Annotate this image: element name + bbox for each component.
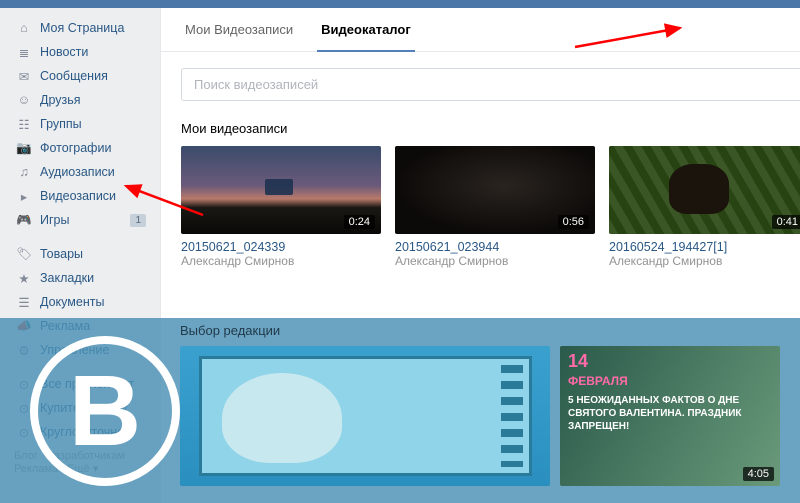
video-author: Александр Смирнов xyxy=(609,254,800,268)
nav-messages[interactable]: ✉ Сообщения xyxy=(0,64,160,88)
star-icon: ★ xyxy=(14,270,34,286)
nav-label: Фотографии xyxy=(40,141,152,155)
home-icon: ⌂ xyxy=(14,20,34,36)
nav-video[interactable]: ▸ Видеозаписи xyxy=(0,184,160,208)
nav-groups[interactable]: ☷ Группы xyxy=(0,112,160,136)
nav-market[interactable]: 🏷 Товары xyxy=(0,242,160,266)
video-duration: 0:41 xyxy=(772,215,800,229)
editor-thumbs: 14 ФЕВРАЛЯ 5 НЕОЖИДАННЫХ ФАКТОВ О ДНЕ СВЯ… xyxy=(180,346,780,486)
nav-documents[interactable]: ☰ Документы xyxy=(0,290,160,314)
nav-label: Новости xyxy=(40,45,152,59)
nav-label: Документы xyxy=(40,295,152,309)
editor-video[interactable]: 14 ФЕВРАЛЯ 5 НЕОЖИДАННЫХ ФАКТОВ О ДНЕ СВЯ… xyxy=(560,346,780,486)
nav-label: Игры xyxy=(40,213,130,227)
nav-label: Сообщения xyxy=(40,69,152,83)
editor-badge: ФЕВРАЛЯ xyxy=(568,374,628,388)
video-icon: ▸ xyxy=(14,188,34,204)
nav-games[interactable]: 🎮 Игры1 xyxy=(0,208,160,232)
search-bar xyxy=(161,52,800,117)
video-card[interactable]: 0:24 20150621_024339 Александр Смирнов xyxy=(181,146,381,268)
nav-label: Видеозаписи xyxy=(40,189,152,203)
video-duration: 4:05 xyxy=(743,467,774,481)
tag-icon: 🏷 xyxy=(14,246,34,262)
video-thumb: 0:24 xyxy=(181,146,381,234)
music-icon: ♫ xyxy=(14,164,34,180)
video-duration: 0:56 xyxy=(558,215,589,229)
nav-friends[interactable]: ☺ Друзья xyxy=(0,88,160,112)
doc-icon: ☰ xyxy=(14,294,34,310)
nav-my-page[interactable]: ⌂ Моя Страница xyxy=(0,16,160,40)
search-input[interactable] xyxy=(181,68,800,101)
nav-audio[interactable]: ♫ Аудиозаписи xyxy=(0,160,160,184)
nav-label: Аудиозаписи xyxy=(40,165,152,179)
top-bar xyxy=(0,0,800,8)
nav-label: Закладки xyxy=(40,271,152,285)
nav-bookmarks[interactable]: ★ Закладки xyxy=(0,266,160,290)
message-icon: ✉ xyxy=(14,68,34,84)
news-icon: ≣ xyxy=(14,44,34,60)
tabs: Мои Видеозаписи Видеокаталог Добавить ви… xyxy=(161,8,800,52)
nav-badge: 1 xyxy=(130,214,146,227)
tab-my-videos[interactable]: Мои Видеозаписи xyxy=(181,8,297,52)
tab-catalog[interactable]: Видеокаталог xyxy=(317,8,415,52)
video-card[interactable]: 0:41 20160524_194427[1] Александр Смирно… xyxy=(609,146,800,268)
camera-icon: 📷 xyxy=(14,140,34,156)
video-duration: 0:24 xyxy=(344,215,375,229)
video-list: 0:24 20150621_024339 Александр Смирнов 0… xyxy=(161,146,800,268)
groups-icon: ☷ xyxy=(14,116,34,132)
watermark-overlay: Выбор редакции 14ФЕВРАЛЯ 5 НЕОЖИДАННЫХ Ф… xyxy=(0,318,800,503)
nav-label: Товары xyxy=(40,247,152,261)
section-my-videos: Мои видеозаписи xyxy=(161,117,800,146)
video-title: 20150621_023944 xyxy=(395,240,595,254)
video-card[interactable]: 0:56 20150621_023944 Александр Смирнов xyxy=(395,146,595,268)
editor-caption: 5 НЕОЖИДАННЫХ ФАКТОВ О ДНЕ СВЯТОГО ВАЛЕН… xyxy=(568,394,772,433)
video-thumb: 0:41 xyxy=(609,146,800,234)
nav-label: Друзья xyxy=(40,93,152,107)
video-title: 20150621_024339 xyxy=(181,240,381,254)
video-thumb: 0:56 xyxy=(395,146,595,234)
nav-photos[interactable]: 📷 Фотографии xyxy=(0,136,160,160)
video-title: 20160524_194427[1] xyxy=(609,240,800,254)
nav-label: Группы xyxy=(40,117,152,131)
nav-news[interactable]: ≣ Новости xyxy=(0,40,160,64)
gamepad-icon: 🎮 xyxy=(14,212,34,228)
friends-icon: ☺ xyxy=(14,92,34,108)
watermark-logo: В xyxy=(0,318,200,503)
editor-badge: 14 xyxy=(568,351,588,371)
editor-video[interactable] xyxy=(180,346,550,486)
video-author: Александр Смирнов xyxy=(395,254,595,268)
nav-label: Моя Страница xyxy=(40,21,152,35)
video-author: Александр Смирнов xyxy=(181,254,381,268)
logo-letter: В xyxy=(30,336,180,486)
